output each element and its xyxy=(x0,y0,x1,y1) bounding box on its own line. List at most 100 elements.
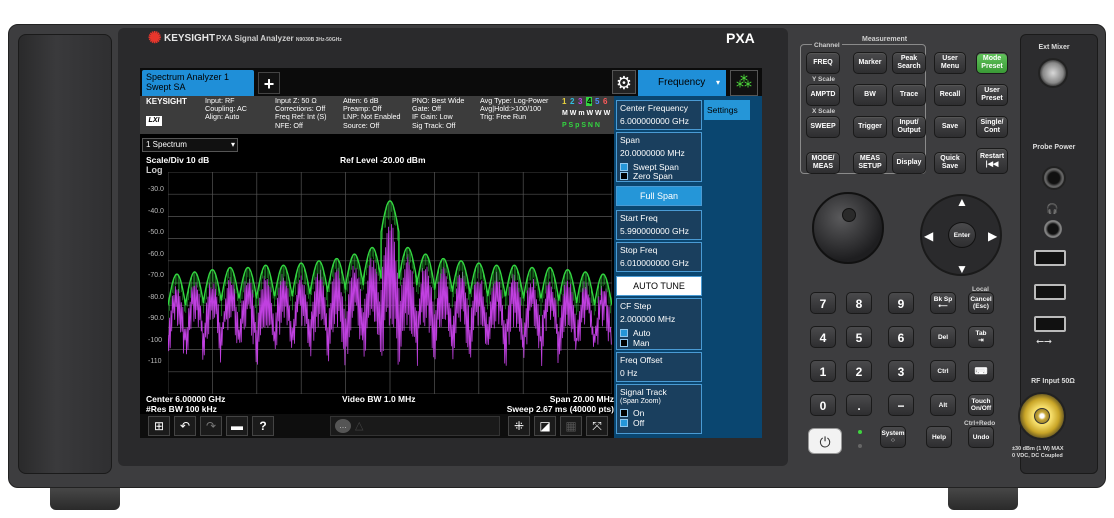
mode-meas-key[interactable]: MODE/ MEAS xyxy=(806,152,840,174)
freq-offset-key[interactable]: Freq Offset 0 Hz xyxy=(616,352,702,382)
center-frequency-key[interactable]: Center Frequency 6.000000000 GHz xyxy=(616,100,702,130)
signal-track-on-radio[interactable] xyxy=(620,409,628,417)
key-0[interactable]: 0 xyxy=(810,394,836,416)
undo-key[interactable]: Undo xyxy=(968,426,994,448)
sweep-key[interactable]: SWEEP xyxy=(806,116,840,138)
user-menu-key[interactable]: User Menu xyxy=(934,52,966,74)
auto-tune-button[interactable]: AUTO TUNE xyxy=(616,276,702,296)
arrow-right-icon[interactable]: ▶ xyxy=(988,229,997,243)
folder-icon[interactable]: ▬ xyxy=(226,416,248,436)
marker-key[interactable]: Marker xyxy=(853,52,887,74)
key-1[interactable]: 1 xyxy=(810,360,836,382)
freq-key[interactable]: FREQ xyxy=(806,52,840,74)
key-decimal[interactable]: . xyxy=(846,394,872,416)
usb-port-1[interactable] xyxy=(1034,250,1066,266)
key-9[interactable]: 9 xyxy=(888,292,914,314)
log-label: Log xyxy=(146,165,163,175)
save-key[interactable]: Save xyxy=(934,116,966,138)
power-icon[interactable]: ⏻ xyxy=(808,428,842,454)
add-screen-button[interactable]: + xyxy=(258,72,280,94)
enter-key[interactable]: Enter xyxy=(948,222,976,248)
stop-freq-key[interactable]: Stop Freq 6.010000000 GHz xyxy=(616,242,702,272)
del-key[interactable]: Del xyxy=(930,326,956,348)
info-corrections-column: Input Z: 50 Ω Corrections: Off Freq Ref:… xyxy=(275,96,327,130)
key-7[interactable]: 7 xyxy=(810,292,836,314)
cf-step-man-radio[interactable] xyxy=(620,339,628,347)
gear-icon[interactable]: ⚙ xyxy=(612,70,636,94)
multi-window-icon[interactable]: ▦ xyxy=(560,416,582,436)
key-minus[interactable]: − xyxy=(888,394,914,416)
cf-step-auto-radio[interactable] xyxy=(620,329,628,337)
sweep-readout: Sweep 2.67 ms (40000 pts) xyxy=(506,404,614,414)
key-8[interactable]: 8 xyxy=(846,292,872,314)
message-area[interactable]: … △ xyxy=(330,416,500,436)
zero-span-radio[interactable] xyxy=(620,172,628,180)
backspace-key[interactable]: Bk Sp ⟵ xyxy=(930,292,956,314)
undo-icon[interactable]: ↶ xyxy=(174,416,196,436)
quick-save-key[interactable]: Quick Save xyxy=(934,152,966,174)
start-freq-key[interactable]: Start Freq 5.990000000 GHz xyxy=(616,210,702,240)
arrow-down-icon[interactable]: ▼ xyxy=(956,262,968,276)
cancel-esc-key[interactable]: Cancel (Esc) xyxy=(968,292,994,314)
settings-tab[interactable]: Settings xyxy=(704,100,750,120)
recall-key[interactable]: Recall xyxy=(934,84,966,106)
cf-step-auto-label: Auto xyxy=(633,328,651,338)
system-key[interactable]: System ○ xyxy=(880,426,906,448)
trace-status-badges[interactable]: 1 2 3 4 5 6 M W m W W W P S p S N N xyxy=(562,97,612,133)
key-2[interactable]: 2 xyxy=(846,360,872,382)
y-tick-label: -30.0 xyxy=(148,186,164,193)
full-span-button[interactable]: Full Span xyxy=(616,186,702,206)
key-5[interactable]: 5 xyxy=(846,326,872,348)
tab-key[interactable]: Tab ⇥ xyxy=(968,326,994,348)
redo-icon[interactable]: ↷ xyxy=(200,416,222,436)
mode-tab[interactable]: Spectrum Analyzer 1 Swept SA xyxy=(142,70,254,96)
info-atten-column: Atten: 6 dB Preamp: Off LNP: Not Enabled… xyxy=(343,96,401,130)
amptd-key[interactable]: AMPTD xyxy=(806,84,840,106)
single-cont-key[interactable]: Single/ Cont xyxy=(976,116,1008,138)
headphone-jack[interactable] xyxy=(1044,220,1062,238)
zoom-window-icon[interactable]: ⤧ xyxy=(586,416,608,436)
trigger-key[interactable]: Trigger xyxy=(853,116,887,138)
peak-search-key[interactable]: Peak Search xyxy=(892,52,926,74)
swept-span-radio[interactable] xyxy=(620,163,628,171)
windows-icon[interactable]: ⊞ xyxy=(148,416,170,436)
help-key[interactable]: Help xyxy=(926,426,952,448)
user-preset-key[interactable]: User Preset xyxy=(976,84,1008,106)
bw-key[interactable]: BW xyxy=(853,84,887,106)
mode-preset-key[interactable]: Mode Preset xyxy=(976,52,1008,74)
system-label: System xyxy=(881,430,905,437)
keyboard-icon[interactable]: ⌨ xyxy=(968,360,994,382)
signal-track-off-radio[interactable] xyxy=(620,419,628,427)
frequency-menu-tab[interactable]: Frequency ▾ xyxy=(638,70,726,96)
freq-offset-label: Freq Offset xyxy=(620,355,663,365)
help-icon[interactable]: ? xyxy=(252,416,274,436)
span-key[interactable]: Span 20.0000000 MHz Swept Span Zero Span xyxy=(616,132,702,182)
probe-power-port[interactable] xyxy=(1042,166,1066,190)
usb-port-2[interactable] xyxy=(1034,284,1066,300)
signal-track-key[interactable]: Signal Track (Span Zoom) On Off xyxy=(616,384,702,434)
trace-selector[interactable]: 1 Spectrum ▾ xyxy=(142,138,238,152)
usb-port-3[interactable] xyxy=(1034,316,1066,332)
arrow-up-icon[interactable]: ▲ xyxy=(956,195,968,209)
cf-step-key[interactable]: CF Step 2.000000 MHz Auto Man xyxy=(616,298,702,350)
touch-onoff-key[interactable]: Touch On/Off xyxy=(968,394,994,416)
marker-table-icon[interactable]: ⁜ xyxy=(508,416,530,436)
restart-key[interactable]: Restart |◀◀ xyxy=(976,148,1008,174)
rotary-knob[interactable] xyxy=(812,192,884,264)
tab-label: Tab xyxy=(975,330,987,337)
key-4[interactable]: 4 xyxy=(810,326,836,348)
meas-setup-key[interactable]: MEAS SETUP xyxy=(853,152,887,174)
trace-key[interactable]: Trace xyxy=(892,84,926,106)
ctrl-key[interactable]: Ctrl xyxy=(930,360,956,382)
input-output-key[interactable]: Input/ Output xyxy=(892,116,926,138)
arrow-left-icon[interactable]: ◀ xyxy=(924,229,933,243)
cf-step-man-label: Man xyxy=(633,338,650,348)
display-key[interactable]: Display xyxy=(892,152,926,174)
ext-mixer-port[interactable] xyxy=(1038,58,1068,88)
key-3[interactable]: 3 xyxy=(888,360,914,382)
touch-select-icon[interactable]: ◪ xyxy=(534,416,556,436)
key-6[interactable]: 6 xyxy=(888,326,914,348)
alt-key[interactable]: Alt xyxy=(930,394,956,416)
rf-input-warning: ±30 dBm (1 W) MAX 0 VDC, DC Coupled xyxy=(1012,446,1064,459)
spectrum-plot[interactable] xyxy=(168,172,612,394)
